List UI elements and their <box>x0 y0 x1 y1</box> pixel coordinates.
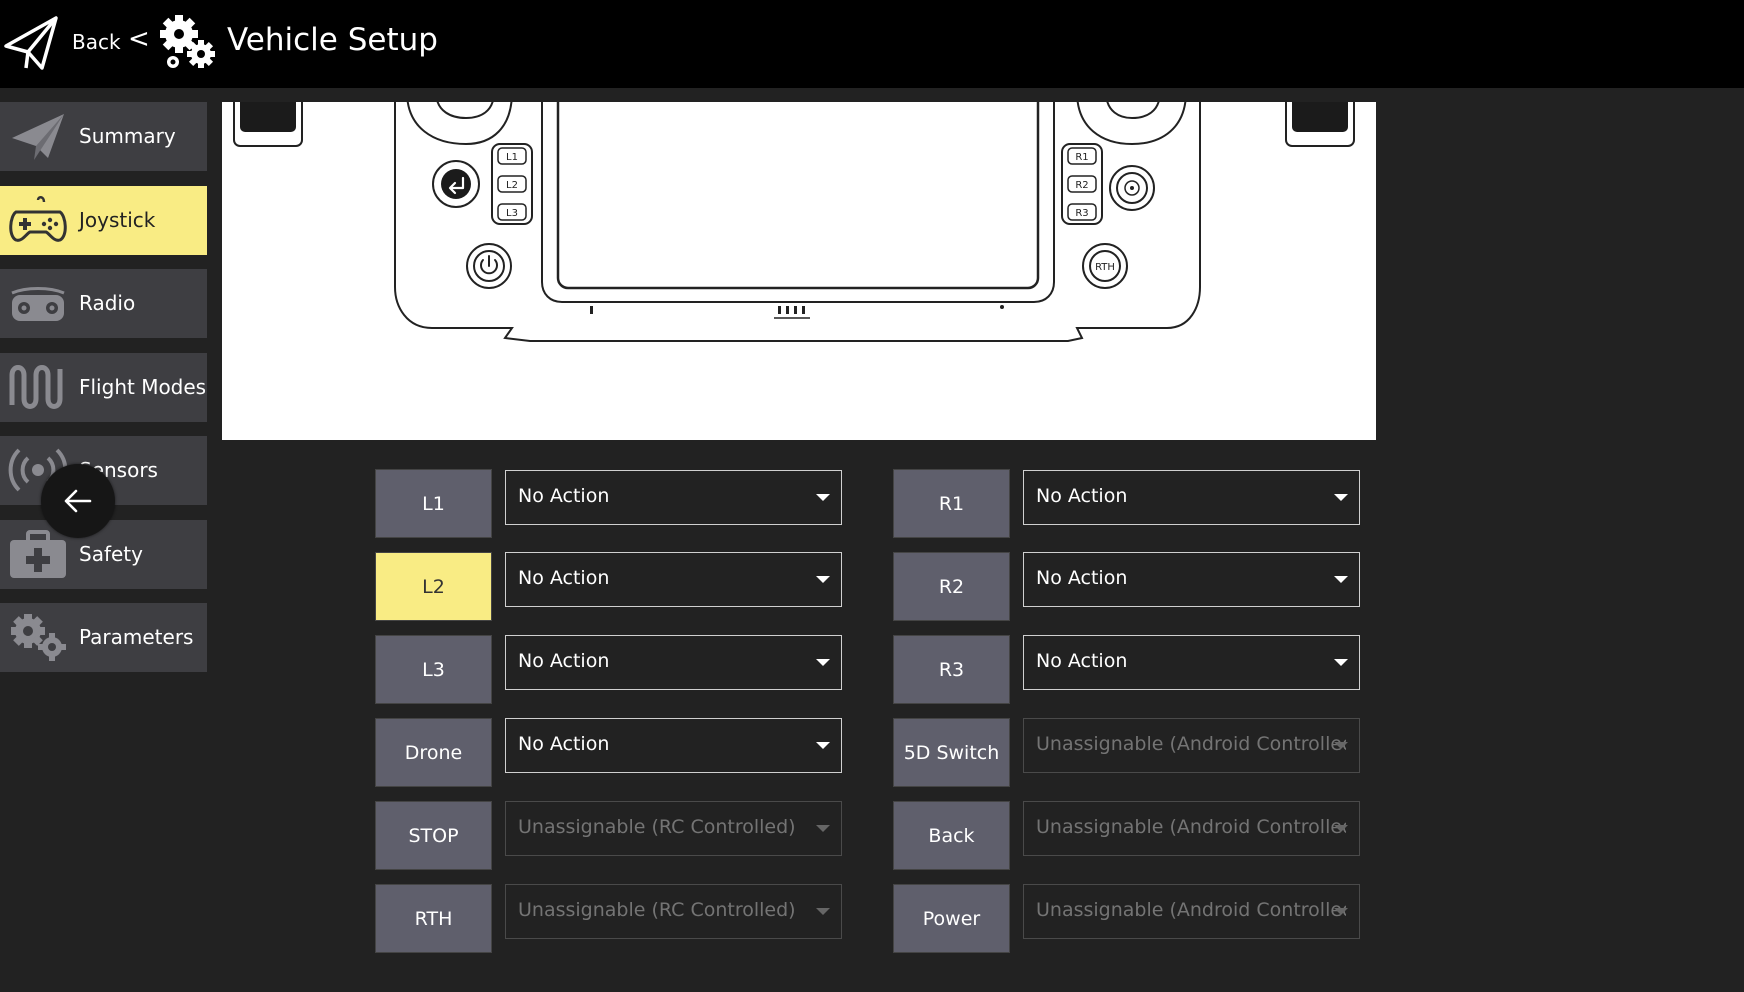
dropdown-value: Unassignable (RC Controlled) <box>518 899 796 921</box>
sidebar-item-label: Joystick <box>79 208 156 232</box>
dropdown-value: Unassignable (Android Controlled) <box>1036 816 1346 838</box>
dropdown-value: No Action <box>1036 650 1128 672</box>
button-l1[interactable]: L1 <box>375 469 492 538</box>
dropdown-arrow-icon <box>1334 742 1348 749</box>
button-rth[interactable]: RTH <box>375 884 492 953</box>
dropdown-arrow-icon <box>1334 659 1348 666</box>
sidebar-item-label: Safety <box>79 542 143 566</box>
gears-icon <box>11 614 66 661</box>
top-bar: Back < Vehicle Setup <box>0 0 1744 88</box>
action-dropdown-r1[interactable]: No Action <box>1023 470 1360 525</box>
dropdown-value: Unassignable (Android Controlled) <box>1036 733 1346 755</box>
action-dropdown-stop: Unassignable (RC Controlled) <box>505 801 842 856</box>
l2-label: L2 <box>506 180 518 191</box>
button-back[interactable]: Back <box>893 801 1010 870</box>
button-r2[interactable]: R2 <box>893 552 1010 621</box>
dropdown-arrow-icon <box>816 908 830 915</box>
action-dropdown-l3[interactable]: No Action <box>505 635 842 690</box>
safety-kit-icon <box>10 530 66 578</box>
dropdown-value: No Action <box>1036 485 1128 507</box>
action-dropdown-r3[interactable]: No Action <box>1023 635 1360 690</box>
dropdown-value: Unassignable (Android Controlled) <box>1036 899 1346 921</box>
gears-icon <box>160 15 215 68</box>
dropdown-arrow-icon <box>816 825 830 832</box>
back-arrow-button[interactable] <box>41 464 115 538</box>
page-title: Vehicle Setup <box>227 22 438 58</box>
gamepad-icon <box>9 196 67 242</box>
radio-icon <box>11 287 65 321</box>
action-dropdown-5d-switch: Unassignable (Android Controlled) <box>1023 718 1360 773</box>
sidebar-item-joystick[interactable]: Joystick <box>0 186 207 255</box>
sidebar-item-parameters[interactable]: Parameters <box>0 603 207 672</box>
sidebar-item-radio[interactable]: Radio <box>0 269 207 338</box>
button-stop[interactable]: STOP <box>375 801 492 870</box>
button-5d-switch[interactable]: 5D Switch <box>893 718 1010 787</box>
action-dropdown-l2[interactable]: No Action <box>505 552 842 607</box>
dropdown-arrow-icon <box>816 576 830 583</box>
dropdown-value: No Action <box>518 733 610 755</box>
r3-label: R3 <box>1075 208 1088 219</box>
paper-plane-icon[interactable] <box>2 12 60 72</box>
sidebar-item-label: Summary <box>79 124 176 148</box>
flight-modes-icon <box>9 365 63 409</box>
sidebar-item-label: Radio <box>79 291 136 315</box>
action-dropdown-power: Unassignable (Android Controlled) <box>1023 884 1360 939</box>
button-r3[interactable]: R3 <box>893 635 1010 704</box>
dropdown-arrow-icon <box>816 659 830 666</box>
breadcrumb-separator: < <box>128 24 150 54</box>
dropdown-value: No Action <box>518 650 610 672</box>
action-dropdown-drone[interactable]: No Action <box>505 718 842 773</box>
dropdown-arrow-icon <box>1334 494 1348 501</box>
r2-label: R2 <box>1075 180 1088 191</box>
dropdown-value: No Action <box>518 485 610 507</box>
dropdown-value: No Action <box>1036 567 1128 589</box>
rth-label: RTH <box>1095 262 1115 273</box>
l3-label: L3 <box>506 208 518 219</box>
controller-diagram: L1 L2 L3 R1 R2 R3 RTH <box>222 102 1376 440</box>
button-r1[interactable]: R1 <box>893 469 1010 538</box>
action-dropdown-r2[interactable]: No Action <box>1023 552 1360 607</box>
button-l3[interactable]: L3 <box>375 635 492 704</box>
dropdown-arrow-icon <box>1334 908 1348 915</box>
r1-label: R1 <box>1075 152 1088 163</box>
sidebar-item-summary[interactable]: Summary <box>0 102 207 171</box>
dropdown-arrow-icon <box>816 742 830 749</box>
dropdown-arrow-icon <box>1334 576 1348 583</box>
sidebar-item-label: Flight Modes <box>79 375 207 399</box>
l1-label: L1 <box>506 152 518 163</box>
dropdown-value: Unassignable (RC Controlled) <box>518 816 796 838</box>
dropdown-value: No Action <box>518 567 610 589</box>
button-l2[interactable]: L2 <box>375 552 492 621</box>
action-dropdown-rth: Unassignable (RC Controlled) <box>505 884 842 939</box>
button-power[interactable]: Power <box>893 884 1010 953</box>
sidebar-item-safety[interactable]: Safety <box>0 520 207 589</box>
paper-plane-icon <box>12 114 64 160</box>
dropdown-arrow-icon <box>816 494 830 501</box>
action-dropdown-back: Unassignable (Android Controlled) <box>1023 801 1360 856</box>
action-dropdown-l1[interactable]: No Action <box>505 470 842 525</box>
sidebar-item-flight-modes[interactable]: Flight Modes <box>0 353 207 422</box>
button-drone[interactable]: Drone <box>375 718 492 787</box>
back-button[interactable]: Back <box>72 30 121 54</box>
arrow-left-icon <box>64 489 92 513</box>
dropdown-arrow-icon <box>1334 825 1348 832</box>
sidebar-item-label: Parameters <box>79 625 194 649</box>
